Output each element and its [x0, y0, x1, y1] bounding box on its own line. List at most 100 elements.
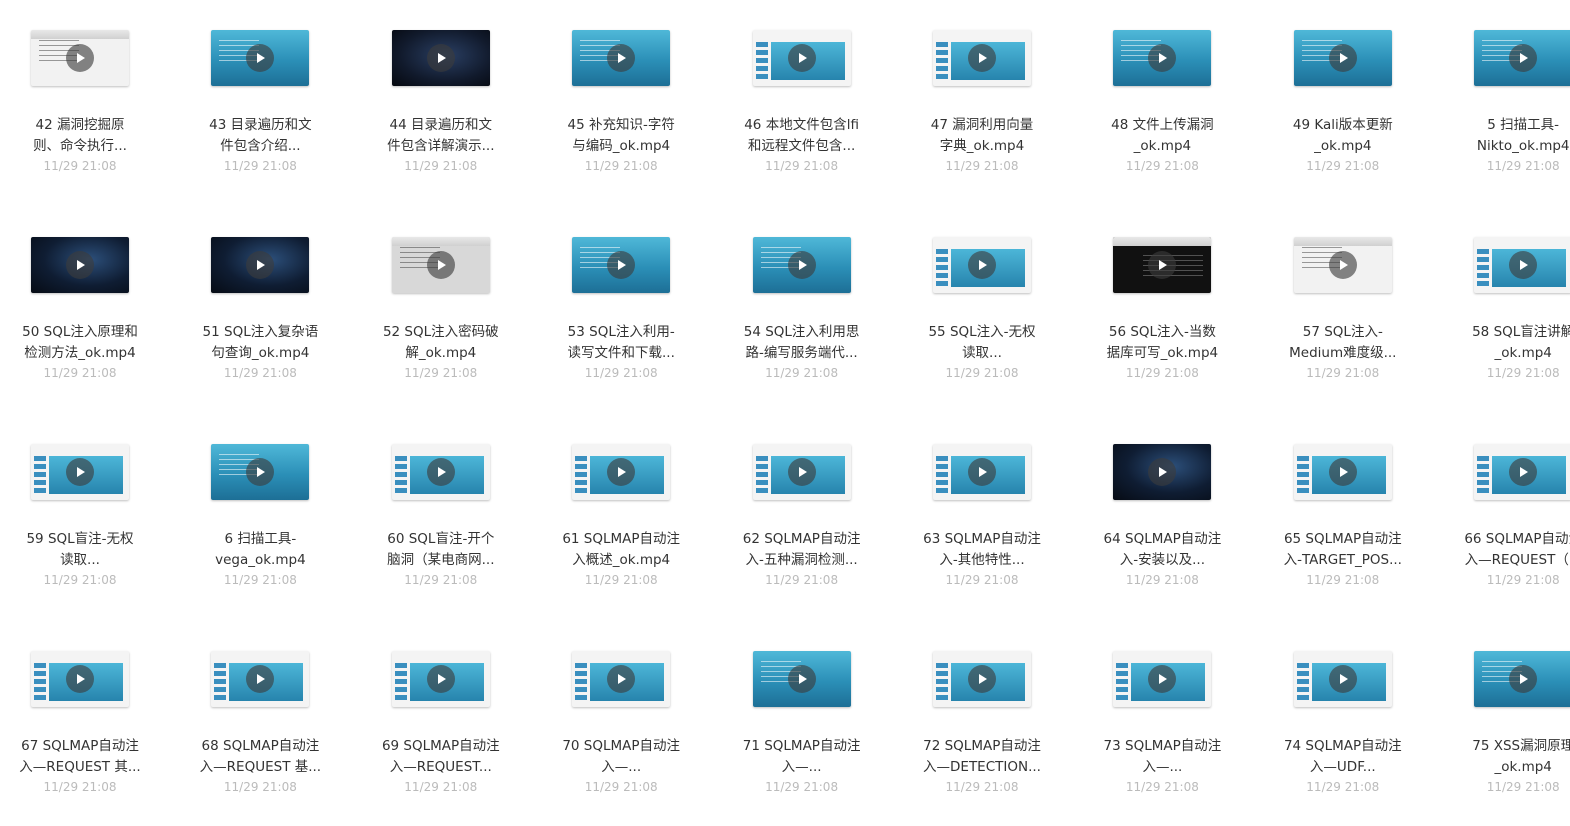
- video-thumbnail[interactable]: [1113, 237, 1212, 293]
- video-thumbnail[interactable]: [752, 30, 851, 86]
- video-file-item[interactable]: 65 SQLMAP自动注 入-TARGET_POS... 11/29 21:08: [1261, 444, 1421, 634]
- video-thumbnail[interactable]: [1293, 651, 1392, 707]
- play-icon[interactable]: [968, 665, 996, 693]
- play-icon[interactable]: [1509, 44, 1538, 72]
- video-file-item[interactable]: 68 SQLMAP自动注 入—REQUEST 基... 11/29 21:08: [178, 651, 338, 826]
- video-thumbnail[interactable]: [1474, 237, 1570, 293]
- video-thumbnail[interactable]: [211, 444, 310, 500]
- play-icon[interactable]: [1328, 44, 1357, 72]
- play-icon[interactable]: [607, 458, 636, 486]
- video-thumbnail[interactable]: [572, 651, 671, 707]
- play-icon[interactable]: [968, 44, 996, 72]
- video-file-item[interactable]: 55 SQL注入-无权 读取... 11/29 21:08: [900, 237, 1060, 427]
- video-thumbnail[interactable]: [211, 651, 310, 707]
- play-icon[interactable]: [1509, 665, 1538, 693]
- video-file-item[interactable]: 62 SQLMAP自动注 入-五种漏洞检测... 11/29 21:08: [720, 444, 880, 634]
- play-icon[interactable]: [66, 251, 94, 279]
- video-thumbnail[interactable]: [1293, 30, 1392, 86]
- video-file-item[interactable]: 47 漏洞利用向量 字典_ok.mp4 11/29 21:08: [900, 30, 1060, 220]
- video-thumbnail[interactable]: [1474, 30, 1570, 86]
- play-icon[interactable]: [787, 251, 816, 279]
- play-icon[interactable]: [1328, 665, 1357, 693]
- play-icon[interactable]: [787, 458, 816, 486]
- video-file-item[interactable]: 43 目录遍历和文 件包含介绍... 11/29 21:08: [178, 30, 338, 220]
- play-icon[interactable]: [1148, 458, 1177, 486]
- video-file-item[interactable]: 69 SQLMAP自动注 入—REQUEST... 11/29 21:08: [359, 651, 519, 826]
- video-file-item[interactable]: 57 SQL注入- Medium难度级... 11/29 21:08: [1261, 237, 1421, 427]
- play-icon[interactable]: [787, 44, 816, 72]
- video-thumbnail[interactable]: [31, 237, 129, 293]
- video-thumbnail[interactable]: [1113, 444, 1212, 500]
- video-file-item[interactable]: 71 SQLMAP自动注 入—... 11/29 21:08: [720, 651, 880, 826]
- video-file-item[interactable]: 59 SQL盲注-无权 读取... 11/29 21:08: [0, 444, 158, 634]
- video-thumbnail[interactable]: [572, 444, 671, 500]
- video-thumbnail[interactable]: [572, 237, 671, 293]
- video-file-item[interactable]: 66 SQLMAP自动注入—REQUEST（... 11/29 21:08: [1441, 444, 1570, 634]
- play-icon[interactable]: [607, 251, 636, 279]
- video-file-item[interactable]: 50 SQL注入原理和 检测方法_ok.mp4 11/29 21:08: [0, 237, 158, 427]
- video-file-item[interactable]: 56 SQL注入-当数 据库可写_ok.mp4 11/29 21:08: [1080, 237, 1240, 427]
- video-thumbnail[interactable]: [933, 30, 1031, 86]
- video-file-item[interactable]: 44 目录遍历和文 件包含详解演示... 11/29 21:08: [359, 30, 519, 220]
- video-file-item[interactable]: 53 SQL注入利用- 读写文件和下载... 11/29 21:08: [539, 237, 699, 427]
- video-thumbnail[interactable]: [1474, 444, 1570, 500]
- video-file-item[interactable]: 73 SQLMAP自动注 入—... 11/29 21:08: [1080, 651, 1240, 826]
- video-thumbnail[interactable]: [752, 237, 851, 293]
- play-icon[interactable]: [1509, 458, 1538, 486]
- video-thumbnail[interactable]: [391, 444, 490, 500]
- play-icon[interactable]: [607, 44, 636, 72]
- video-file-item[interactable]: 72 SQLMAP自动注 入—DETECTION... 11/29 21:08: [900, 651, 1060, 826]
- video-file-item[interactable]: 45 补充知识-字符 与编码_ok.mp4 11/29 21:08: [539, 30, 699, 220]
- video-file-item[interactable]: 5 扫描工具- Nikto_ok.mp4 11/29 21:08: [1441, 30, 1570, 220]
- video-file-item[interactable]: 74 SQLMAP自动注 入—UDF... 11/29 21:08: [1261, 651, 1421, 826]
- video-thumbnail[interactable]: [211, 237, 310, 293]
- video-thumbnail[interactable]: [31, 651, 129, 707]
- video-file-item[interactable]: 52 SQL注入密码破 解_ok.mp4 11/29 21:08: [359, 237, 519, 427]
- video-file-item[interactable]: 63 SQLMAP自动注 入-其他特性... 11/29 21:08: [900, 444, 1060, 634]
- video-thumbnail[interactable]: [391, 651, 490, 707]
- play-icon[interactable]: [66, 665, 94, 693]
- video-thumbnail[interactable]: [1113, 30, 1212, 86]
- play-icon[interactable]: [246, 458, 275, 486]
- video-thumbnail[interactable]: [752, 444, 851, 500]
- play-icon[interactable]: [1148, 665, 1177, 693]
- video-file-item[interactable]: 48 文件上传漏洞 _ok.mp4 11/29 21:08: [1080, 30, 1240, 220]
- play-icon[interactable]: [426, 458, 455, 486]
- video-file-item[interactable]: 67 SQLMAP自动注 入—REQUEST 其... 11/29 21:08: [0, 651, 158, 826]
- video-thumbnail[interactable]: [31, 444, 129, 500]
- video-thumbnail[interactable]: [31, 30, 129, 86]
- play-icon[interactable]: [66, 458, 94, 486]
- play-icon[interactable]: [968, 251, 996, 279]
- play-icon[interactable]: [1148, 44, 1177, 72]
- video-thumbnail[interactable]: [752, 651, 851, 707]
- video-thumbnail[interactable]: [933, 651, 1031, 707]
- video-file-item[interactable]: 61 SQLMAP自动注 入概述_ok.mp4 11/29 21:08: [539, 444, 699, 634]
- video-thumbnail[interactable]: [572, 30, 671, 86]
- video-thumbnail[interactable]: [933, 444, 1031, 500]
- video-file-item[interactable]: 70 SQLMAP自动注 入—... 11/29 21:08: [539, 651, 699, 826]
- video-thumbnail[interactable]: [211, 30, 310, 86]
- video-thumbnail[interactable]: [933, 237, 1031, 293]
- play-icon[interactable]: [246, 665, 275, 693]
- play-icon[interactable]: [246, 251, 275, 279]
- play-icon[interactable]: [426, 44, 455, 72]
- video-file-item[interactable]: 51 SQL注入复杂语 句查询_ok.mp4 11/29 21:08: [178, 237, 338, 427]
- video-thumbnail[interactable]: [1474, 651, 1570, 707]
- play-icon[interactable]: [607, 665, 636, 693]
- play-icon[interactable]: [426, 665, 455, 693]
- video-thumbnail[interactable]: [1293, 444, 1392, 500]
- play-icon[interactable]: [1328, 458, 1357, 486]
- video-file-item[interactable]: 46 本地文件包含lfi 和远程文件包含... 11/29 21:08: [720, 30, 880, 220]
- video-thumbnail[interactable]: [391, 30, 490, 86]
- video-thumbnail[interactable]: [1293, 237, 1392, 293]
- video-file-item[interactable]: 49 Kali版本更新 _ok.mp4 11/29 21:08: [1261, 30, 1421, 220]
- video-file-item[interactable]: 6 扫描工具-vega_ok.mp4 11/29 21:08: [178, 444, 338, 634]
- video-file-item[interactable]: 64 SQLMAP自动注 入-安装以及... 11/29 21:08: [1080, 444, 1240, 634]
- play-icon[interactable]: [246, 44, 275, 72]
- video-file-item[interactable]: 58 SQL盲注讲解 _ok.mp4 11/29 21:08: [1441, 237, 1570, 427]
- play-icon[interactable]: [1509, 251, 1538, 279]
- play-icon[interactable]: [66, 44, 94, 72]
- video-file-item[interactable]: 60 SQL盲注-开个 脑洞（某电商网... 11/29 21:08: [359, 444, 519, 634]
- play-icon[interactable]: [426, 251, 455, 279]
- video-thumbnail[interactable]: [391, 237, 490, 293]
